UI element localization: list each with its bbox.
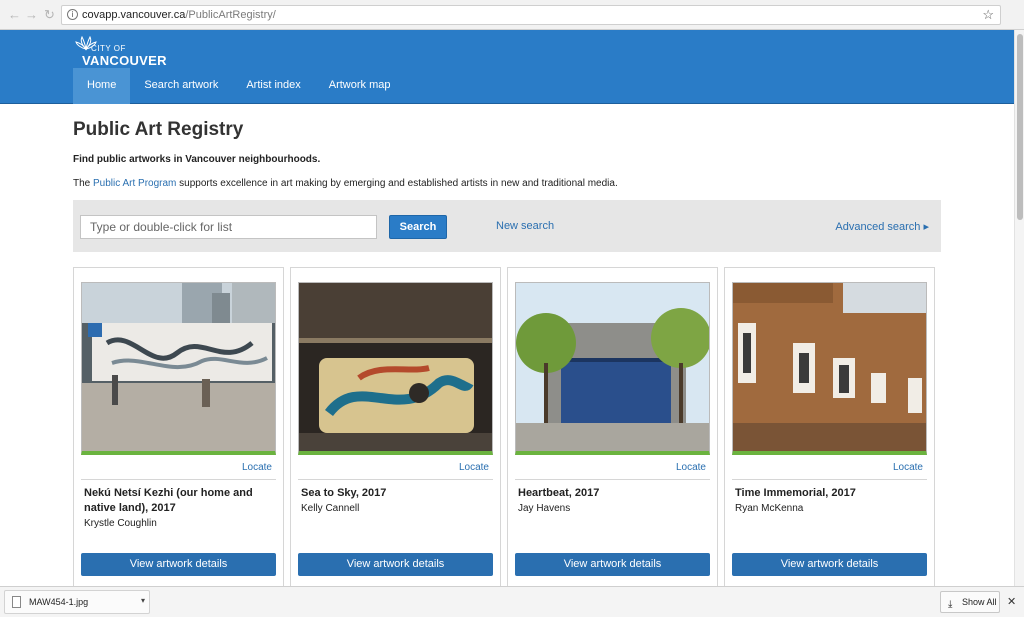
view-artwork-details-button[interactable]: View artwork details [732,553,927,576]
nav-home[interactable]: Home [73,68,131,104]
show-all-button[interactable]: ⤓ Show All [940,591,1000,613]
artwork-card: Locate Sea to Sky, 2017 Kelly Cannell Vi… [290,267,501,587]
logo-name-text: VANCOUVER [82,53,167,68]
artwork-card: Locate Time Immemorial, 2017 Ryan McKenn… [724,267,935,587]
divider [81,479,276,480]
divider [732,479,927,480]
artwork-image[interactable] [81,282,276,455]
reload-icon[interactable]: ↻ [44,7,55,23]
back-icon[interactable]: ← [8,7,21,22]
advanced-search-link[interactable]: Advanced search ▸ [835,220,929,233]
view-artwork-details-button[interactable]: View artwork details [298,553,493,576]
locate-link[interactable]: Locate [893,462,923,473]
artwork-card: Locate Heartbeat, 2017 Jay Havens View a… [507,267,718,587]
artwork-title: Time Immemorial, 2017 [735,487,856,499]
nav-artist-index[interactable]: Artist index [232,68,314,104]
intro-pre: The [73,178,94,189]
chevron-down-icon[interactable]: ▾ [141,596,145,605]
artwork-title: Nekú Netsí Kezhi (our home and native la… [84,487,253,514]
intro-post: supports excellence in art making by eme… [176,178,618,189]
download-icon: ⤓ [948,599,953,610]
search-panel: Search New search Advanced search ▸ [73,200,941,252]
url-path: /PublicArtRegistry/ [185,9,276,21]
artwork-image[interactable] [298,282,493,455]
artwork-title: Sea to Sky, 2017 [301,487,387,499]
divider [298,479,493,480]
view-artwork-details-button[interactable]: View artwork details [515,553,710,576]
address-bar[interactable]: i covapp.vancouver.ca/PublicArtRegistry/… [61,5,1001,25]
download-bar: MAW454-1.jpg ▾ ⤓ Show All ✕ [0,586,1024,617]
artist-name: Jay Havens [518,503,571,514]
logo-city-text: CITY OF [91,44,126,53]
artwork-image[interactable] [515,282,710,455]
artwork-title: Heartbeat, 2017 [518,487,600,499]
main-nav: Home Search artwork Artist index Artwork… [73,68,405,104]
search-button[interactable]: Search [389,215,447,239]
locate-link[interactable]: Locate [676,462,706,473]
locate-link[interactable]: Locate [459,462,489,473]
nav-search-artwork[interactable]: Search artwork [130,68,232,104]
new-search-link[interactable]: New search [496,220,554,232]
view-artwork-details-button[interactable]: View artwork details [81,553,276,576]
download-item[interactable]: MAW454-1.jpg ▾ [4,590,150,614]
nav-artwork-map[interactable]: Artwork map [315,68,405,104]
artwork-card: Locate Nekú Netsí Kezhi (our home and na… [73,267,284,587]
download-filename: MAW454-1.jpg [29,597,89,607]
artist-name: Ryan McKenna [735,503,804,514]
public-art-program-link[interactable]: Public Art Program [93,178,176,189]
artist-name: Krystle Coughlin [84,518,157,529]
show-all-label: Show All [962,597,997,607]
divider [515,479,710,480]
info-icon[interactable]: i [67,9,78,20]
intro-text: The Public Art Program supports excellen… [73,178,618,189]
artist-name: Kelly Cannell [301,503,360,514]
forward-icon[interactable]: → [25,7,38,22]
page-title: Public Art Registry [73,119,244,140]
url-domain: covapp.vancouver.ca [82,9,186,21]
search-input[interactable] [80,215,377,239]
scrollbar-thumb[interactable] [1017,34,1023,220]
file-icon [12,596,21,608]
browser-toolbar: ← → ↻ i covapp.vancouver.ca/PublicArtReg… [0,0,1024,30]
scrollbar[interactable] [1014,30,1024,586]
locate-link[interactable]: Locate [242,462,272,473]
site-header: CITY OF VANCOUVER Home Search artwork Ar… [0,30,1014,104]
lead-text: Find public artworks in Vancouver neighb… [73,154,321,165]
close-icon[interactable]: ✕ [1007,595,1016,608]
bookmark-star-icon[interactable]: ☆ [982,6,994,24]
artwork-image[interactable] [732,282,927,455]
